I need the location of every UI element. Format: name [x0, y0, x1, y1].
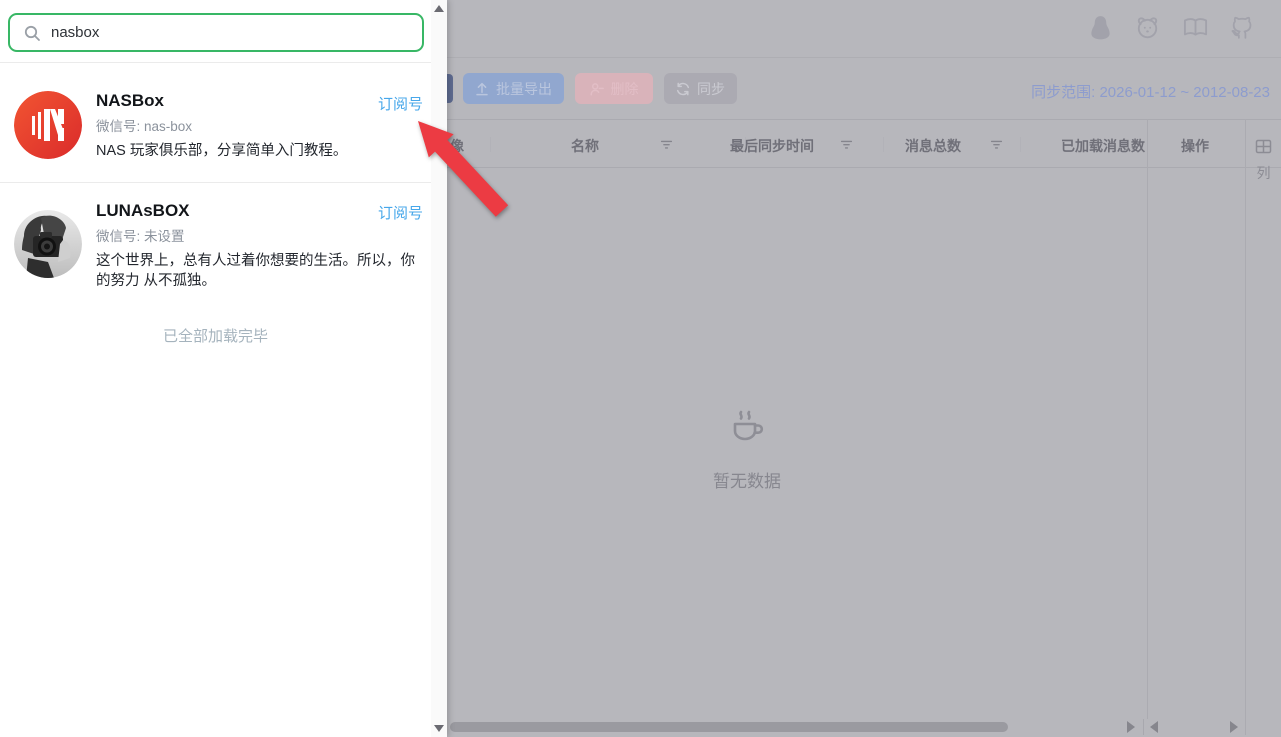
columns-grid-icon	[1254, 137, 1273, 156]
hidden-primary-button-edge[interactable]	[447, 74, 453, 103]
divider	[0, 62, 431, 63]
search-icon	[23, 24, 41, 42]
scroll-down-arrow[interactable]	[434, 725, 444, 732]
pet-face-icon[interactable]	[1134, 14, 1161, 41]
avatar-nasbox	[14, 91, 82, 159]
batch-export-button[interactable]: 批量导出	[463, 73, 564, 104]
horizontal-scrollbar-thumb[interactable]	[450, 722, 1008, 732]
column-divider	[490, 137, 491, 152]
column-divider	[1020, 137, 1021, 152]
batch-export-label: 批量导出	[496, 79, 552, 99]
column-header-loaded-count[interactable]: 已加载消息数	[1055, 136, 1151, 156]
delete-label: 删除	[611, 79, 639, 99]
column-header-name[interactable]: 名称	[538, 136, 632, 156]
search-result-nasbox[interactable]: NASBox 订阅号 微信号: nas-box NAS 玩家俱乐部，分享简单入门…	[0, 75, 431, 182]
search-input[interactable]	[51, 24, 422, 41]
result-description: NAS 玩家俱乐部，分享简单入门教程。	[96, 141, 426, 161]
book-icon[interactable]	[1182, 14, 1209, 41]
column-header-message-count[interactable]: 消息总数	[883, 136, 983, 156]
subscribe-badge-link[interactable]: 订阅号	[375, 93, 423, 114]
result-name: NASBox	[96, 91, 164, 111]
upload-icon	[475, 82, 489, 96]
filter-icon[interactable]	[660, 138, 673, 151]
result-name: LUNAsBOX	[96, 201, 190, 221]
result-description: 这个世界上，总有人过着你想要的生活。所以，你的努力 从不孤独。	[96, 251, 426, 291]
scroll-right-arrow[interactable]	[1127, 721, 1135, 733]
column-header-operations[interactable]: 操作	[1160, 136, 1230, 156]
fixed-scroll-right-arrow[interactable]	[1230, 721, 1238, 733]
subscribe-badge-link[interactable]: 订阅号	[375, 202, 423, 223]
sync-label: 同步	[697, 79, 725, 99]
panel-scrollbar[interactable]	[431, 0, 447, 737]
sync-icon	[676, 82, 690, 96]
filter-icon[interactable]	[840, 138, 853, 151]
avatar-lunasbox	[14, 210, 82, 278]
column-header-last-sync[interactable]: 最后同步时间	[710, 136, 834, 156]
result-wechat-id: 微信号: 未设置	[96, 225, 185, 245]
empty-text: 暂无数据	[667, 467, 827, 492]
user-minus-icon	[590, 82, 604, 96]
column-panel-border	[1245, 119, 1246, 735]
divider	[0, 182, 431, 183]
column-settings-toggle[interactable]: 列	[1246, 119, 1281, 199]
search-results-panel: NASBox 订阅号 微信号: nas-box NAS 玩家俱乐部，分享简单入门…	[0, 0, 447, 737]
column-panel-label: 列	[1246, 163, 1281, 183]
app-window: 批量导出 删除 同步 同步范围: 2026-01-12 ~ 2012-08-23…	[0, 0, 1281, 737]
scrollbar-divider	[1143, 719, 1144, 735]
search-result-lunasbox[interactable]: LUNAsBOX 订阅号 微信号: 未设置 这个世界上，总有人过着你想要的生活。…	[0, 184, 431, 304]
coffee-cup-icon	[725, 408, 769, 452]
result-wechat-id: 微信号: nas-box	[96, 115, 192, 135]
fixed-column-border	[1147, 119, 1148, 719]
delete-button[interactable]: 删除	[575, 73, 653, 104]
qq-penguin-icon[interactable]	[1087, 14, 1114, 41]
sync-range-text: 同步范围: 2026-01-12 ~ 2012-08-23	[1031, 81, 1270, 102]
sync-button[interactable]: 同步	[664, 73, 737, 104]
column-header-avatar[interactable]: 像	[446, 136, 468, 156]
table-empty-state: 暂无数据	[667, 408, 827, 492]
all-loaded-text: 已全部加载完毕	[0, 325, 431, 346]
github-icon[interactable]	[1229, 14, 1256, 41]
scroll-up-arrow[interactable]	[434, 5, 444, 12]
search-box	[8, 13, 424, 52]
fixed-scroll-left-arrow[interactable]	[1150, 721, 1158, 733]
filter-icon[interactable]	[990, 138, 1003, 151]
